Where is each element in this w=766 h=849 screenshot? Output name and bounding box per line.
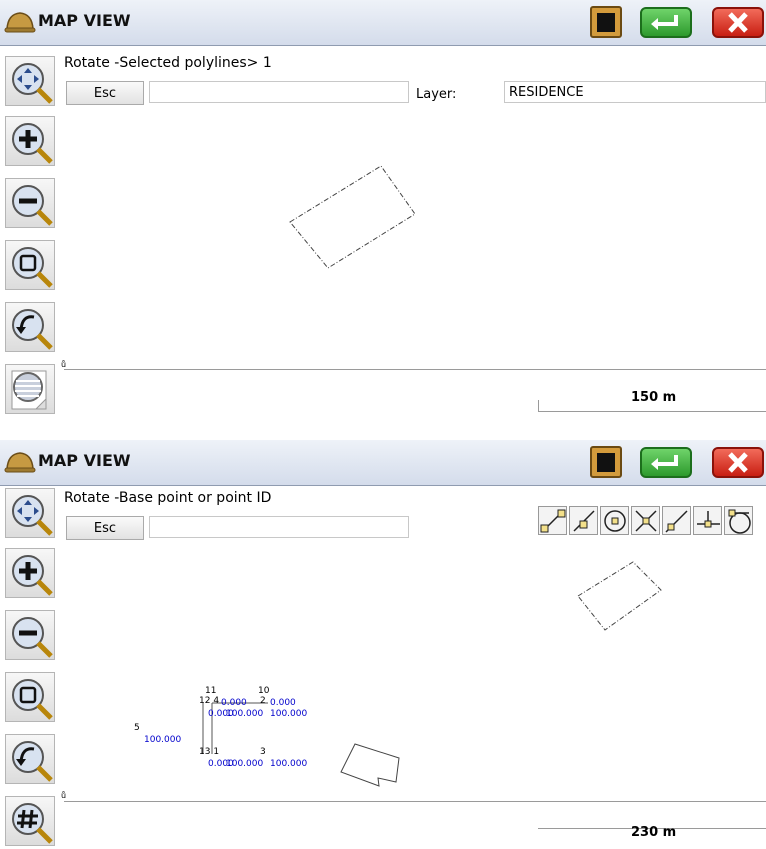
point-value: 100.000 <box>226 759 264 769</box>
point-value: 100.000 <box>270 709 308 719</box>
map-view-panel-bottom: MAP VIEW Rotate -Base point or point ID … <box>0 440 766 849</box>
residence-polyline <box>289 165 416 269</box>
point-value: 100.000 <box>226 709 264 719</box>
scale-divider <box>64 801 766 802</box>
point-value: 0.000 <box>270 698 296 708</box>
map-canvas[interactable]: ů <box>0 440 766 849</box>
point-label: 2 <box>260 696 266 706</box>
panel-gap <box>0 426 766 440</box>
scale-label: 150 m <box>631 390 677 405</box>
point-label: 13 1 <box>199 747 220 757</box>
point-label: 10 <box>258 686 270 696</box>
map-view-panel-top: MAP VIEW Rotate -Selected polylines> 1 E… <box>0 0 766 426</box>
north-indicator: ů <box>61 790 66 800</box>
point-value: 100.000 <box>270 759 308 769</box>
scale-label: 230 m <box>631 825 677 840</box>
point-value: 0.000 <box>221 698 247 708</box>
point-value: 100.000 <box>144 735 182 745</box>
residence-polyline <box>577 561 662 631</box>
point-label: 3 <box>260 747 266 757</box>
point-label: 11 <box>205 686 217 696</box>
scale-divider <box>64 369 766 370</box>
point-label: 12 4 <box>199 696 220 706</box>
point-label: 5 <box>134 723 140 733</box>
traverse-polyline <box>340 743 400 787</box>
north-indicator: ů <box>61 359 66 369</box>
scale-bar <box>538 411 766 412</box>
map-canvas[interactable]: ů <box>0 0 766 426</box>
